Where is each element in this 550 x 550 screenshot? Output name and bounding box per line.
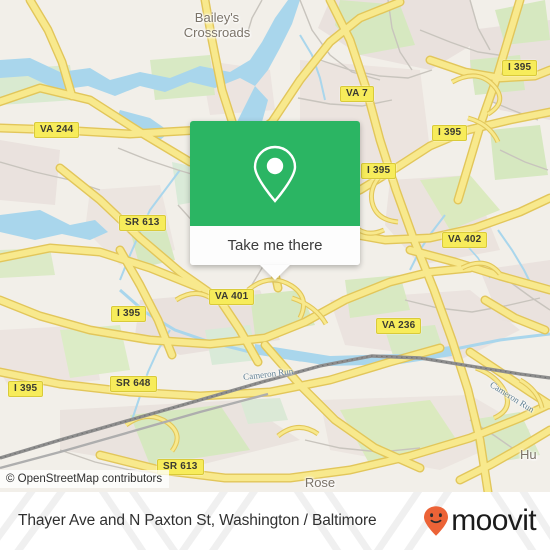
shield-sr-613[interactable]: SR 613 (119, 215, 166, 231)
shield-va-236[interactable]: VA 236 (376, 318, 422, 334)
map-pin-icon (253, 145, 297, 203)
location-info-card[interactable]: Take me there (190, 121, 360, 280)
shield-va-7[interactable]: VA 7 (340, 86, 374, 102)
take-me-there-button[interactable]: Take me there (190, 226, 360, 265)
footer-bar: Thayer Ave and N Paxton St, Washington /… (0, 492, 550, 550)
location-title: Thayer Ave and N Paxton St, Washington /… (18, 512, 377, 529)
card-pin-header (190, 121, 360, 226)
shield-i-395-e[interactable]: I 395 (8, 381, 44, 397)
moovit-wordmark: moovit (451, 504, 536, 537)
shield-i-395-b[interactable]: I 395 (502, 60, 538, 76)
shield-va-402[interactable]: VA 402 (442, 232, 488, 248)
moovit-pin-icon (424, 506, 449, 536)
osm-attribution[interactable]: © OpenStreetMap contributors (0, 470, 170, 488)
shield-i-395-d[interactable]: I 395 (111, 306, 147, 322)
shield-i-395-a[interactable]: I 395 (432, 125, 468, 141)
shield-i-395-c[interactable]: I 395 (361, 163, 397, 179)
shield-sr-648[interactable]: SR 648 (110, 376, 157, 392)
shield-va-401[interactable]: VA 401 (209, 289, 255, 305)
take-me-there-label: Take me there (227, 237, 323, 254)
shield-va-244[interactable]: VA 244 (34, 122, 80, 138)
card-pointer-tail (260, 265, 290, 280)
moovit-logo[interactable]: moovit (423, 504, 537, 537)
